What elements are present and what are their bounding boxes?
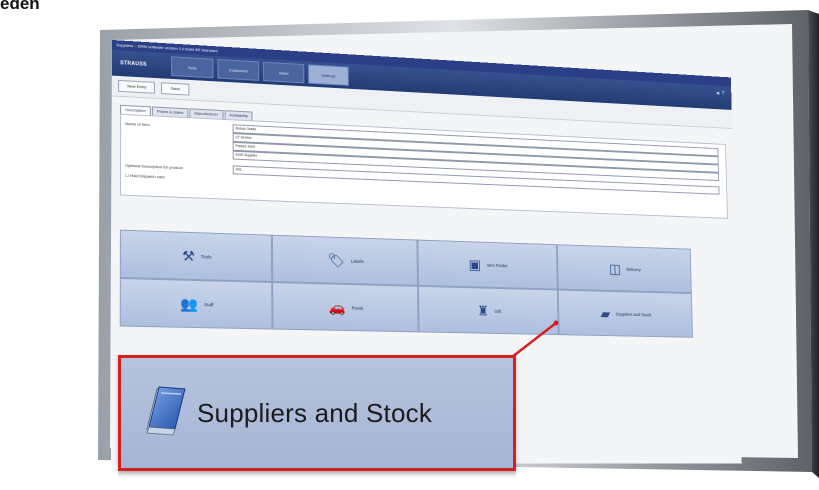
suppliers-stock-icon [143,385,187,441]
suppliers-and-stock-callout[interactable]: Suppliers and Stock [118,355,516,471]
callout-label: Suppliers and Stock [197,397,433,428]
